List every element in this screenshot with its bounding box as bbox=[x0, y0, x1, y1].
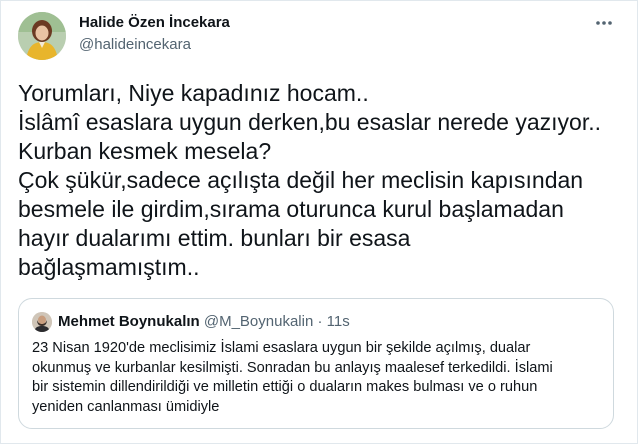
author-avatar-image bbox=[18, 12, 66, 60]
tweet-card: Halide Özen İncekara @halideincekara Yor… bbox=[0, 0, 638, 444]
quoted-tweet[interactable]: Mehmet Boynukalın @M_Boynukalin · 11s 23… bbox=[18, 298, 614, 429]
quoted-author-handle[interactable]: @M_Boynukalin bbox=[204, 313, 313, 330]
separator-dot: · bbox=[317, 313, 323, 330]
quoted-author-name[interactable]: Mehmet Boynukalın bbox=[58, 313, 200, 330]
quoted-author-avatar[interactable] bbox=[32, 312, 52, 332]
more-options-button[interactable] bbox=[593, 13, 615, 33]
quoted-tweet-time[interactable]: 11s bbox=[327, 313, 350, 330]
author-name[interactable]: Halide Özen İncekara bbox=[79, 14, 230, 31]
author-handle[interactable]: @halideincekara bbox=[79, 36, 191, 53]
author-avatar[interactable] bbox=[18, 12, 66, 60]
quoted-author-avatar-image bbox=[32, 312, 52, 332]
tweet-text: Yorumları, Niye kapadınız hocam.. İslâmî… bbox=[18, 80, 601, 280]
more-options-icon bbox=[596, 21, 612, 25]
quoted-tweet-text: 23 Nisan 1920'de meclisimiz İslami esasl… bbox=[32, 340, 553, 415]
quoted-tweet-header: Mehmet Boynukalın @M_Boynukalin · 11s bbox=[58, 313, 350, 330]
